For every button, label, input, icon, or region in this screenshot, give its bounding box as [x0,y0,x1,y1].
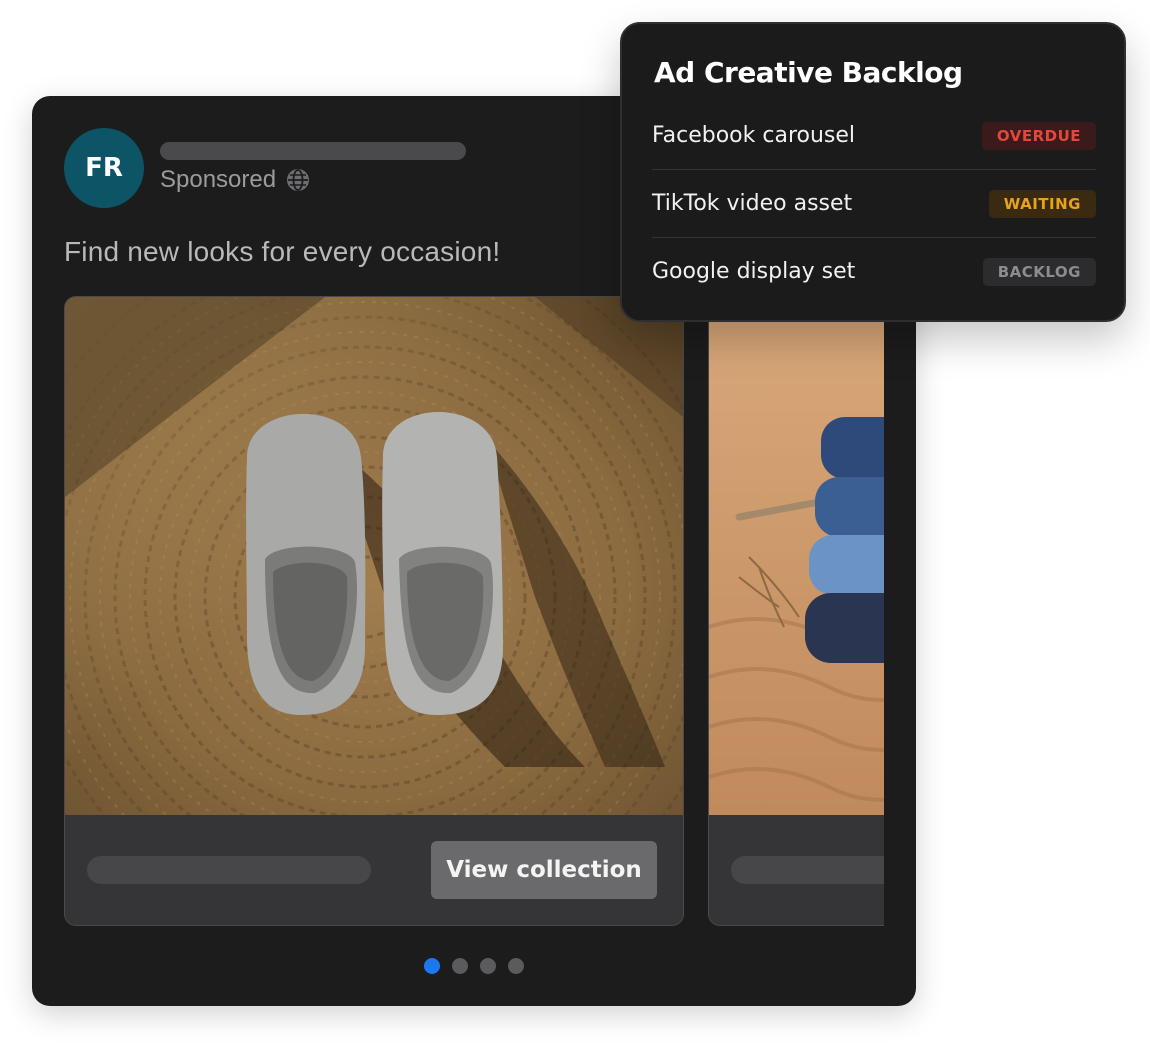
globe-icon [287,169,310,191]
slippers-photo [65,297,683,815]
sponsored-row: Sponsored [160,166,310,194]
panel-title: Ad Creative Backlog [654,56,963,89]
ad-creative-backlog-panel: Ad Creative Backlog Facebook carousel OV… [620,22,1126,322]
pagination-dot[interactable] [508,958,524,974]
backlog-item-facebook-carousel[interactable]: Facebook carousel OVERDUE [652,102,1096,170]
backlog-item-label: Google display set [652,259,856,284]
backlog-item-label: TikTok video asset [652,191,853,216]
backlog-item-tiktok-video-asset[interactable]: TikTok video asset WAITING [652,170,1096,238]
headline-placeholder [87,856,371,884]
carousel-slide[interactable] [708,296,884,926]
pagination-dot[interactable] [452,958,468,974]
status-badge-waiting: WAITING [988,189,1096,218]
pagination-dot-active[interactable] [424,958,440,974]
status-badge-backlog: BACKLOG [982,257,1096,286]
backlog-item-google-display-set[interactable]: Google display set BACKLOG [652,238,1096,305]
backlog-list: Facebook carousel OVERDUE TikTok video a… [652,102,1096,305]
carousel[interactable]: View collection [64,296,884,926]
avatar: FR [64,128,144,208]
jeans-photo [709,297,884,815]
carousel-slide[interactable]: View collection [64,296,684,926]
headline-placeholder [731,856,884,884]
ad-caption: Find new looks for every occasion! [64,236,501,267]
backlog-item-label: Facebook carousel [652,123,856,148]
slide-footer [709,815,884,925]
slide-footer: View collection [65,815,683,925]
status-badge-overdue: OVERDUE [981,121,1096,150]
carousel-pagination [32,958,916,974]
sponsored-label: Sponsored [160,166,277,193]
pagination-dot[interactable] [480,958,496,974]
advertiser-name-placeholder [160,142,466,160]
view-collection-button[interactable]: View collection [431,841,657,899]
